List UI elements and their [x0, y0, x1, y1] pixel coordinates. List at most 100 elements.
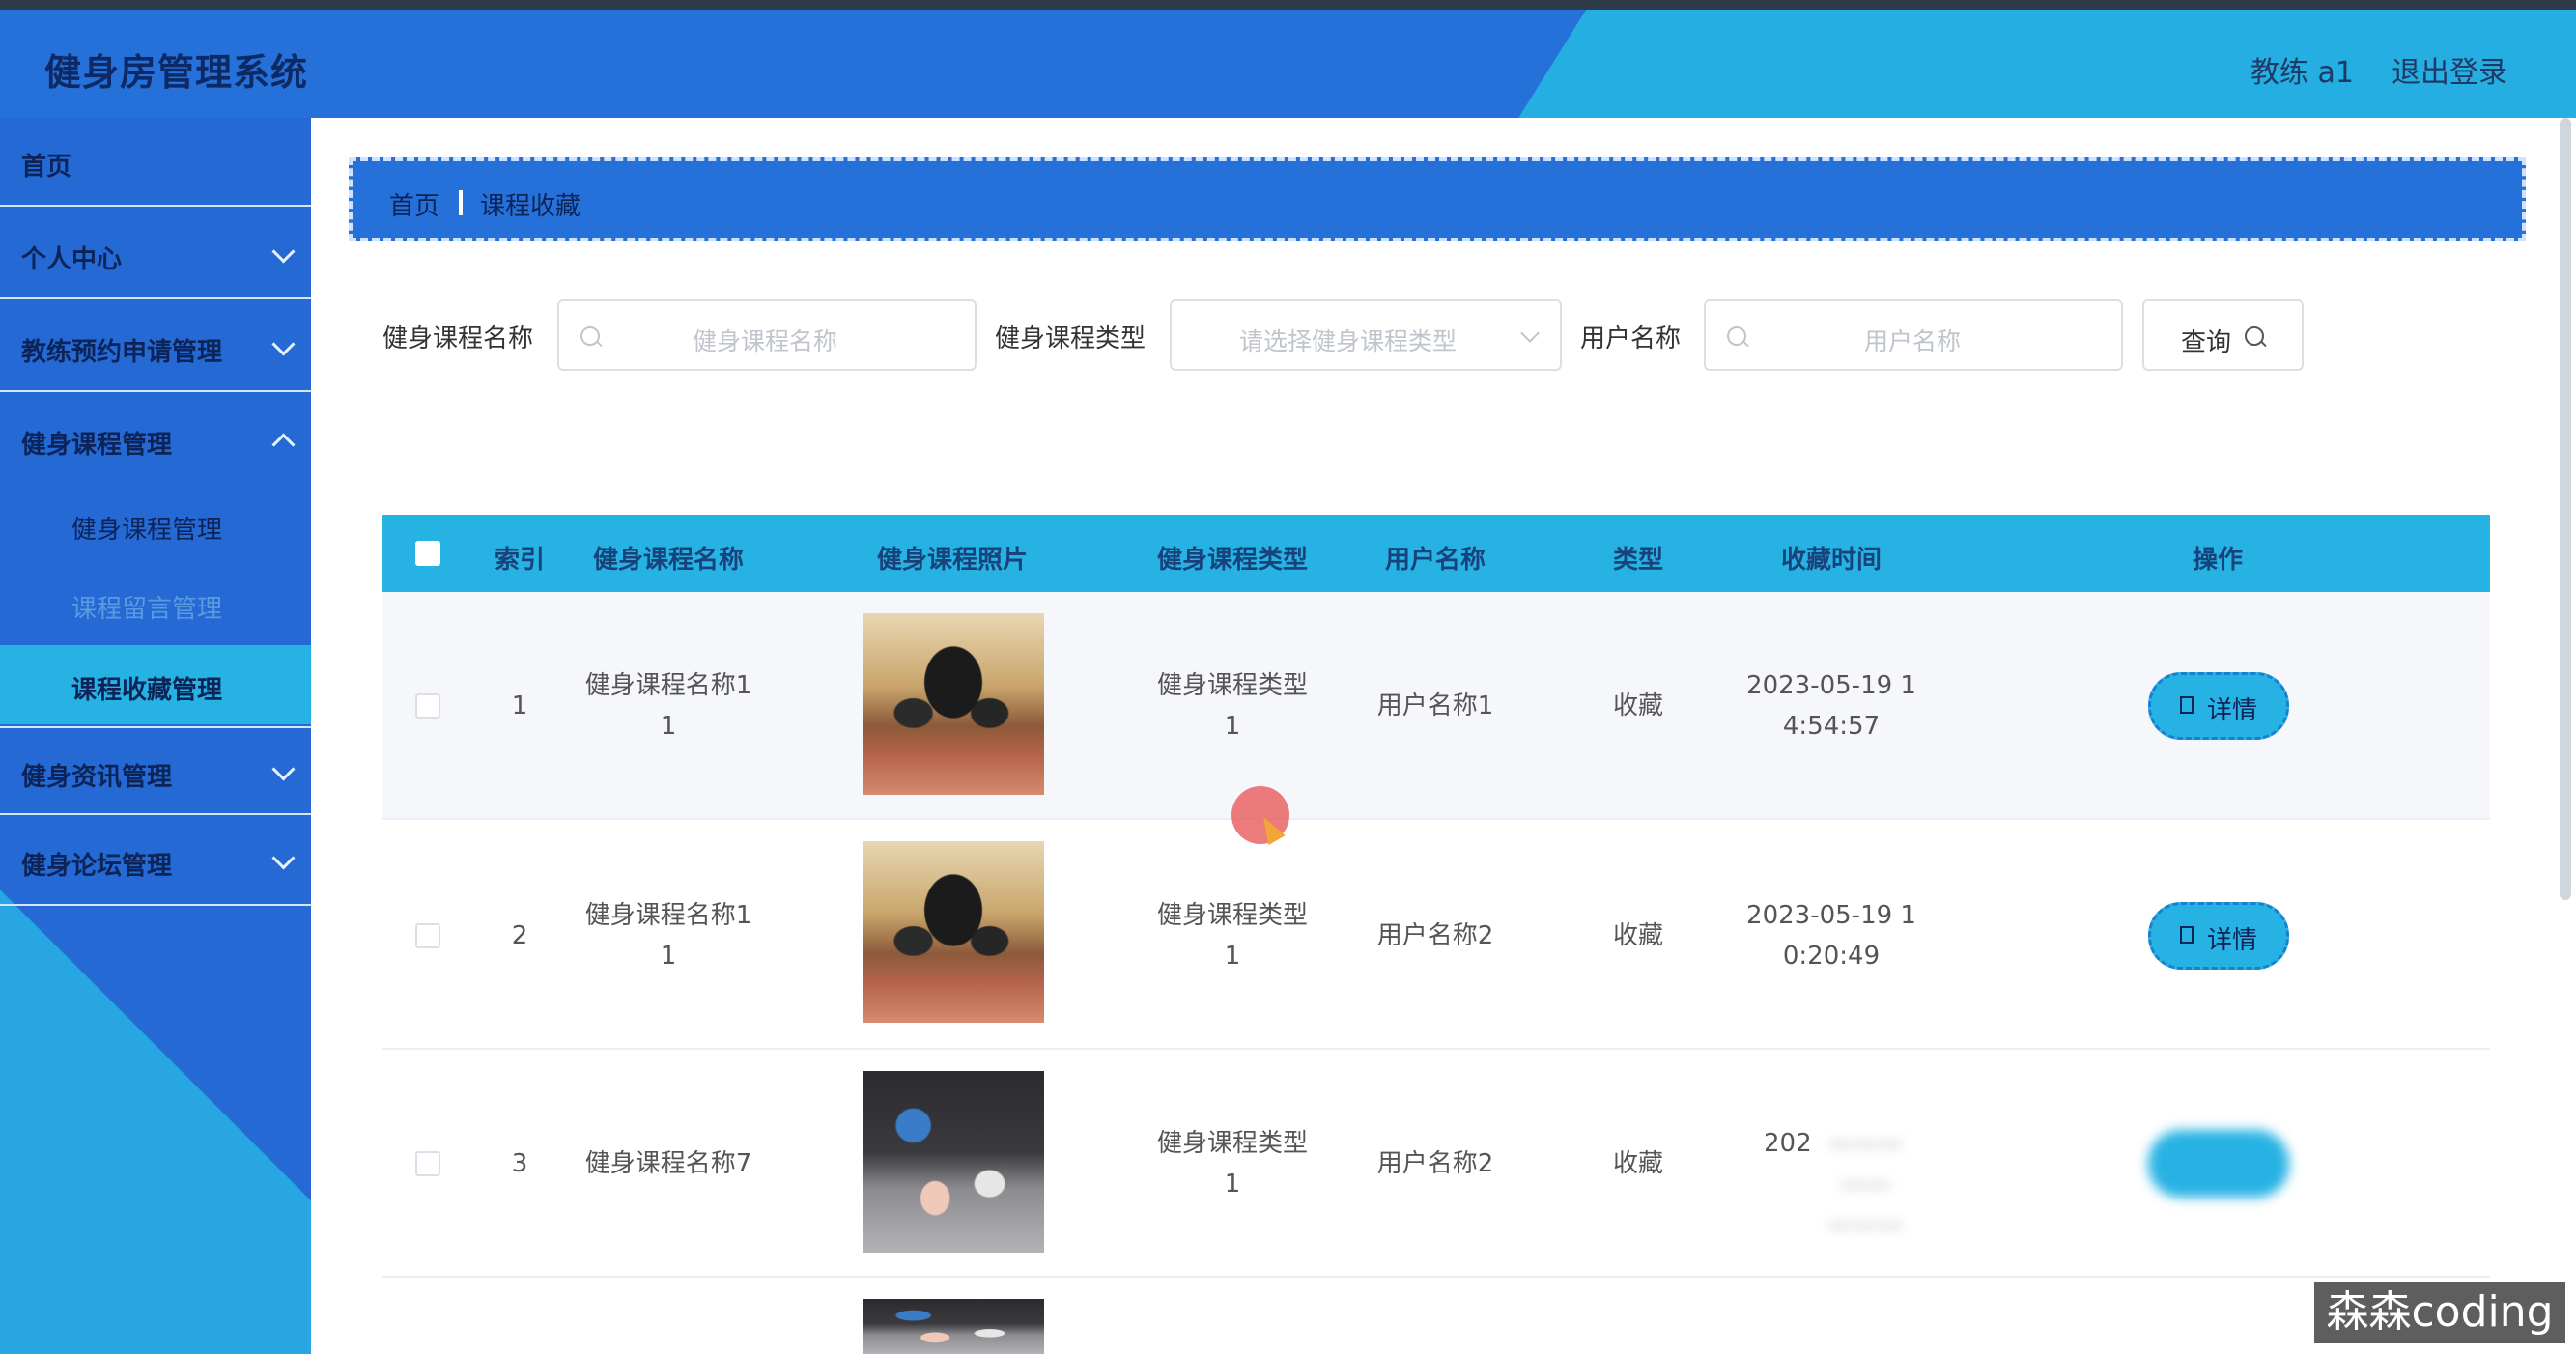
app-header: 健身房管理系统 教练 a1 退出登录 [0, 10, 2576, 118]
app-title: 健身房管理系统 [44, 51, 309, 94]
course-type-placeholder: 请选择健身课程类型 [1239, 327, 1458, 355]
row-kind: 收藏 [1612, 691, 1663, 720]
column-header: 健身课程类型 [1156, 546, 1308, 575]
sidebar-item-label: 首页 [21, 153, 72, 182]
logout-link[interactable]: 退出登录 [2392, 48, 2507, 91]
search-icon [580, 326, 600, 346]
table-row [382, 1278, 2490, 1354]
breadcrumb: 首页 课程收藏 [349, 157, 2526, 241]
sidebar-subitem-label: 课程收藏管理 [71, 676, 223, 705]
column-header: 健身课程名称 [592, 546, 744, 575]
scrollbar[interactable] [2560, 118, 2571, 900]
sidebar: 首页 个人中心 教练预约申请管理 健身课程管理 健身课程管理 课程留言管理 课程… [0, 118, 311, 1354]
course-name-placeholder: 健身课程名称 [693, 327, 838, 355]
row-checkbox[interactable] [415, 693, 440, 719]
row-favorite-time: 2023-05-19 1 4:54:57 [1735, 665, 1928, 747]
chevron-down-icon [271, 757, 296, 781]
course-type-filter-label: 健身课程类型 [995, 324, 1146, 353]
current-user-label: 教练 a1 [2250, 56, 2355, 90]
sidebar-item-coach-booking[interactable]: 教练预约申请管理 [0, 303, 311, 392]
row-kind: 收藏 [1612, 1149, 1663, 1178]
watermark: 森森coding [2314, 1282, 2565, 1343]
row-index: 1 [511, 691, 528, 720]
row-checkbox[interactable] [415, 923, 440, 948]
window-top-strip [0, 0, 2576, 10]
detail-button-label: 详情 [2207, 696, 2258, 725]
row-course-name: 健身课程名称7 [584, 1149, 752, 1178]
user-name-input[interactable]: 用户名称 [1704, 299, 2123, 371]
row-favorite-time: 2023-05-19 1 0:20:49 [1735, 895, 1928, 976]
row-course-name-line1: 健身课程名称1 [584, 901, 752, 930]
row-course-type-line1: 健身课程类型 [1156, 1129, 1308, 1158]
row-time-line1: 2023-05-19 1 [1746, 901, 1916, 930]
column-header: 操作 [2192, 546, 2243, 575]
row-course-type-line2: 1 [1224, 712, 1241, 741]
column-header: 索引 [494, 546, 545, 575]
select-all-checkbox[interactable] [415, 541, 440, 566]
chevron-down-icon [1520, 324, 1540, 343]
row-course-type-line2: 1 [1224, 942, 1241, 971]
course-name-input[interactable]: 健身课程名称 [557, 299, 977, 371]
sidebar-item-courses[interactable]: 健身课程管理 [0, 396, 311, 485]
column-header: 健身课程照片 [876, 546, 1028, 575]
row-user-name: 用户名称1 [1376, 691, 1494, 720]
course-photo [863, 1299, 1044, 1354]
document-icon [2180, 926, 2194, 944]
sidebar-subitem-course-manage[interactable]: 健身课程管理 [0, 485, 311, 564]
sidebar-item-home[interactable]: 首页 [0, 118, 311, 207]
row-course-type-line1: 健身课程类型 [1156, 671, 1308, 700]
sidebar-item-news[interactable]: 健身资讯管理 [0, 726, 311, 815]
detail-button[interactable] [2148, 1130, 2289, 1198]
course-photo [863, 1071, 1044, 1253]
breadcrumb-home-link[interactable]: 首页 [389, 186, 439, 222]
sidebar-item-label: 个人中心 [21, 245, 123, 274]
search-icon [1727, 326, 1746, 346]
course-photo [863, 613, 1044, 795]
course-name-filter-label: 健身课程名称 [382, 324, 534, 353]
sidebar-item-profile[interactable]: 个人中心 [0, 211, 311, 299]
breadcrumb-current: 课程收藏 [480, 192, 581, 221]
row-index: 3 [511, 1149, 528, 1178]
table-row: 1 健身课程名称1 1 健身课程类型 1 用户名称1 收藏 2023-05-19… [382, 592, 2490, 820]
detail-button[interactable]: 详情 [2148, 902, 2289, 970]
column-header: 用户名称 [1384, 546, 1486, 575]
sidebar-item-forum[interactable]: 健身论坛管理 [0, 817, 311, 906]
sidebar-item-label: 健身课程管理 [21, 431, 173, 460]
table-header: 索引 健身课程名称 健身课程照片 健身课程类型 用户名称 类型 收藏时间 操作 [382, 515, 2490, 592]
row-course-name-line2: 1 [660, 712, 677, 741]
row-course-type-line1: 健身课程类型 [1156, 901, 1308, 930]
row-course-type: 健身课程类型 1 [1126, 1123, 1339, 1204]
sidebar-subitem-course-favorites[interactable]: 课程收藏管理 [0, 645, 311, 724]
course-type-select[interactable]: 请选择健身课程类型 [1170, 299, 1562, 371]
chevron-down-icon [271, 240, 296, 264]
row-checkbox[interactable] [415, 1151, 440, 1176]
row-user-name: 用户名称2 [1376, 921, 1494, 950]
sidebar-subitem-course-comments[interactable]: 课程留言管理 [0, 564, 311, 643]
chevron-down-icon [271, 332, 296, 356]
sidebar-item-label: 健身论坛管理 [21, 852, 173, 881]
row-time-line2: 0:20:49 [1782, 942, 1881, 971]
sidebar-subitem-label: 课程留言管理 [71, 595, 223, 624]
sidebar-subitem-label: 健身课程管理 [71, 516, 223, 545]
query-button-label: 查询 [2181, 328, 2232, 357]
user-name-placeholder: 用户名称 [1864, 327, 1962, 355]
row-time-line1: 2023-05-19 1 [1746, 671, 1916, 700]
sidebar-item-label: 健身资讯管理 [21, 763, 173, 792]
table-row: 2 健身课程名称1 1 健身课程类型 1 用户名称2 收藏 2023-05-19… [382, 822, 2490, 1050]
chevron-up-icon [271, 433, 296, 457]
detail-button-label: 详情 [2207, 926, 2258, 955]
course-photo [863, 841, 1044, 1023]
table-row: 3 健身课程名称7 健身课程类型 1 用户名称2 收藏 202 ——— —— ——… [382, 1050, 2490, 1278]
row-course-type-line2: 1 [1224, 1170, 1241, 1199]
detail-button[interactable]: 详情 [2148, 672, 2289, 740]
user-name-filter-label: 用户名称 [1580, 324, 1682, 353]
search-icon [2245, 326, 2264, 346]
row-time-line2: 4:54:57 [1782, 712, 1881, 741]
row-course-type: 健身课程类型 1 [1126, 895, 1339, 976]
chevron-down-icon [271, 846, 296, 870]
query-button[interactable]: 查询 [2142, 299, 2304, 371]
column-header: 收藏时间 [1780, 546, 1882, 575]
column-header: 类型 [1612, 546, 1663, 575]
row-favorite-time-blurred: ——— —— ——— [1827, 1129, 1903, 1239]
row-course-name-line1: 健身课程名称1 [584, 671, 752, 700]
